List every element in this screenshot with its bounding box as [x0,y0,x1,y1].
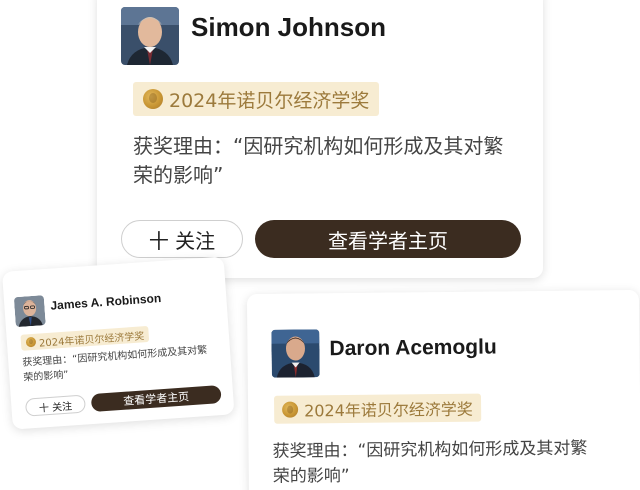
scholar-name: James A. Robinson [49,290,162,313]
avatar[interactable] [13,295,46,328]
scholar-name: Daron Acemoglu [329,335,497,361]
medal-icon [143,89,163,109]
scholar-card-simon-johnson: Simon Johnson 2024年诺贝尔经济学奖 获奖理由：“因研究机构如何… [97,0,543,278]
view-scholar-page-button[interactable]: 查看学者主页 [255,220,521,258]
award-label: 2024年诺贝尔经济学奖 [38,330,145,350]
medal-icon [282,401,299,418]
scholar-name: Simon Johnson [191,12,386,42]
nobel-award-badge: 2024年诺贝尔经济学奖 [133,82,380,116]
avatar[interactable] [121,7,179,65]
award-reason: 获奖理由：“因研究机构如何形成及其对繁 荣的影响” [133,132,523,190]
award-reason: 获奖理由：“因研究机构如何形成及其对繁 荣的影响” [272,436,632,489]
medal-icon [25,336,37,348]
view-scholar-page-button[interactable]: 查看学者主页 [90,385,222,413]
award-reason-line: 荣的影响” [272,465,350,487]
scholar-card-daron-acemoglu: Daron Acemoglu 2024年诺贝尔经济学奖 获奖理由：“因研究机构如… [246,289,640,490]
award-reason-line: 获奖理由：“因研究机构如何形成及其对繁 [133,134,504,158]
follow-button[interactable]: 十 关注 [121,220,243,258]
avatar[interactable] [271,329,320,378]
scholar-card-james-robinson: James A. Robinson 2024年诺贝尔经济学奖 获奖理由：“因研究… [2,256,235,430]
award-reason: 获奖理由：“因研究机构如何形成及其对繁 荣的影响” [22,343,224,386]
award-label: 2024年诺贝尔经济学奖 [304,399,473,421]
nobel-award-badge: 2024年诺贝尔经济学奖 [273,393,481,424]
award-label: 2024年诺贝尔经济学奖 [169,89,370,112]
award-reason-line: 获奖理由：“因研究机构如何形成及其对繁 [272,438,588,462]
award-reason-line: 荣的影响” [133,163,224,187]
follow-button[interactable]: 十 关注 [24,394,87,417]
nobel-award-badge: 2024年诺贝尔经济学奖 [20,325,150,351]
